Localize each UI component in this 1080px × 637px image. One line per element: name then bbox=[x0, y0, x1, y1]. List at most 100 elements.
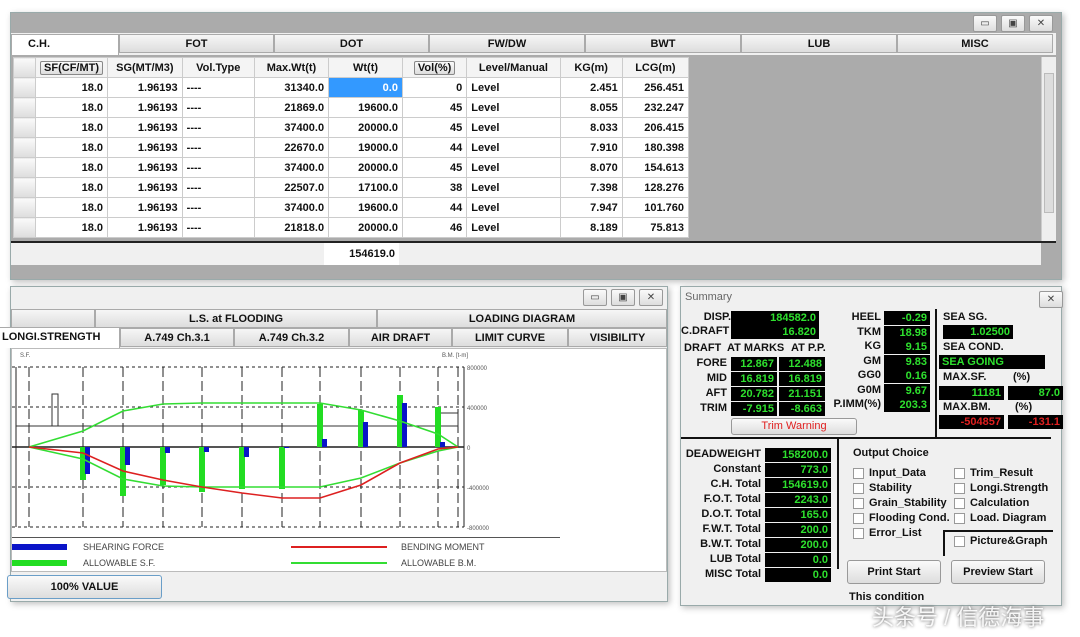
minimize-button[interactable]: ▭ bbox=[583, 289, 607, 306]
table-cell[interactable]: Level bbox=[466, 197, 561, 218]
100-value-button[interactable]: 100% VALUE bbox=[7, 575, 162, 599]
row-select-button[interactable] bbox=[12, 77, 37, 98]
table-cell[interactable]: ---- bbox=[181, 157, 255, 178]
tab-a749-31[interactable]: A.749 Ch.3.1 bbox=[120, 328, 234, 347]
table-cell[interactable]: 1.96193 bbox=[107, 177, 183, 198]
table-cell[interactable]: 0.0 bbox=[328, 77, 403, 98]
option-checkbox[interactable]: Longi.Strength bbox=[954, 482, 1048, 494]
table-cell[interactable]: 154.613 bbox=[621, 157, 690, 178]
column-header[interactable]: KG(m) bbox=[559, 57, 623, 78]
print-start-button[interactable]: Print Start bbox=[847, 560, 941, 584]
column-header[interactable]: Level/Manual bbox=[466, 57, 561, 78]
column-header[interactable]: Vol.Type bbox=[181, 57, 255, 78]
table-cell[interactable]: 1.96193 bbox=[107, 217, 183, 238]
tab-air-draft[interactable]: AIR DRAFT bbox=[349, 328, 452, 347]
table-cell[interactable]: ---- bbox=[181, 97, 255, 118]
table-cell[interactable]: 18.0 bbox=[35, 117, 109, 138]
row-select-button[interactable] bbox=[12, 117, 37, 138]
tab-visibility[interactable]: VISIBILITY bbox=[568, 328, 667, 347]
table-cell[interactable]: 1.96193 bbox=[107, 197, 183, 218]
table-cell[interactable]: ---- bbox=[181, 77, 255, 98]
table-cell[interactable]: 44 bbox=[401, 197, 468, 218]
close-button[interactable]: ✕ bbox=[1029, 15, 1053, 32]
column-header[interactable]: Vol(%) bbox=[401, 57, 468, 78]
table-cell[interactable]: 1.96193 bbox=[107, 97, 183, 118]
table-cell[interactable]: 22670.0 bbox=[253, 137, 330, 158]
column-header[interactable]: Wt(t) bbox=[328, 57, 403, 78]
tab-blank[interactable] bbox=[11, 309, 95, 328]
table-cell[interactable]: ---- bbox=[181, 117, 255, 138]
tab-limit-curve[interactable]: LIMIT CURVE bbox=[452, 328, 568, 347]
option-checkbox[interactable]: Grain_Stability bbox=[853, 497, 947, 509]
table-cell[interactable]: 8.055 bbox=[559, 97, 623, 118]
table-cell[interactable]: 31340.0 bbox=[253, 77, 330, 98]
table-cell[interactable]: 128.276 bbox=[621, 177, 690, 198]
table-cell[interactable]: 7.398 bbox=[559, 177, 623, 198]
table-cell[interactable]: 8.033 bbox=[559, 117, 623, 138]
preview-start-button[interactable]: Preview Start bbox=[951, 560, 1045, 584]
row-select-button[interactable] bbox=[12, 217, 37, 238]
table-cell[interactable]: 101.760 bbox=[621, 197, 690, 218]
table-cell[interactable]: 0 bbox=[401, 77, 468, 98]
table-cell[interactable]: 18.0 bbox=[35, 137, 109, 158]
table-cell[interactable]: 20000.0 bbox=[328, 117, 403, 138]
option-checkbox[interactable]: Trim_Result bbox=[954, 467, 1033, 479]
table-cell[interactable]: 20000.0 bbox=[328, 157, 403, 178]
row-select-button[interactable] bbox=[12, 137, 37, 158]
row-select-button[interactable] bbox=[12, 197, 37, 218]
table-cell[interactable]: 1.96193 bbox=[107, 137, 183, 158]
table-cell[interactable]: 8.189 bbox=[559, 217, 623, 238]
table-cell[interactable]: 8.070 bbox=[559, 157, 623, 178]
close-button[interactable]: ✕ bbox=[639, 289, 663, 306]
table-cell[interactable]: ---- bbox=[181, 177, 255, 198]
table-cell[interactable]: ---- bbox=[181, 217, 255, 238]
table-cell[interactable]: 17100.0 bbox=[328, 177, 403, 198]
tab-ch[interactable]: C.H. bbox=[11, 34, 119, 55]
tab-bwt[interactable]: BWT bbox=[585, 34, 741, 53]
table-cell[interactable]: Level bbox=[466, 97, 561, 118]
tab-dot[interactable]: DOT bbox=[274, 34, 429, 53]
table-cell[interactable]: 37400.0 bbox=[253, 197, 330, 218]
tab-longi-strength[interactable]: LONGI.STRENGTH bbox=[0, 327, 120, 348]
table-cell[interactable]: 21869.0 bbox=[253, 97, 330, 118]
trim-warning-button[interactable]: Trim Warning bbox=[731, 418, 857, 435]
tab-a749-32[interactable]: A.749 Ch.3.2 bbox=[234, 328, 349, 347]
table-cell[interactable]: 18.0 bbox=[35, 217, 109, 238]
row-header-button[interactable] bbox=[12, 57, 37, 78]
maximize-button[interactable]: ▣ bbox=[1001, 15, 1025, 32]
tab-fwdw[interactable]: FW/DW bbox=[429, 34, 585, 53]
table-cell[interactable]: 18.0 bbox=[35, 177, 109, 198]
table-cell[interactable]: 21818.0 bbox=[253, 217, 330, 238]
row-select-button[interactable] bbox=[12, 177, 37, 198]
table-cell[interactable]: Level bbox=[466, 177, 561, 198]
table-cell[interactable]: 232.247 bbox=[621, 97, 690, 118]
table-cell[interactable]: Level bbox=[466, 137, 561, 158]
table-cell[interactable]: 18.0 bbox=[35, 97, 109, 118]
table-cell[interactable]: 1.96193 bbox=[107, 117, 183, 138]
minimize-button[interactable]: ▭ bbox=[973, 15, 997, 32]
table-cell[interactable]: 22507.0 bbox=[253, 177, 330, 198]
maximize-button[interactable]: ▣ bbox=[611, 289, 635, 306]
option-checkbox[interactable]: Stability bbox=[853, 482, 912, 494]
table-cell[interactable]: 44 bbox=[401, 137, 468, 158]
column-header[interactable]: LCG(m) bbox=[621, 57, 690, 78]
table-cell[interactable]: 37400.0 bbox=[253, 157, 330, 178]
table-cell[interactable]: 1.96193 bbox=[107, 77, 183, 98]
tab-loading-diagram[interactable]: LOADING DIAGRAM bbox=[377, 309, 667, 328]
table-cell[interactable]: 7.947 bbox=[559, 197, 623, 218]
table-cell[interactable]: 18.0 bbox=[35, 77, 109, 98]
table-cell[interactable]: 256.451 bbox=[621, 77, 690, 98]
close-button[interactable]: ✕ bbox=[1039, 291, 1063, 308]
table-cell[interactable]: 46 bbox=[401, 217, 468, 238]
table-cell[interactable]: 38 bbox=[401, 177, 468, 198]
table-cell[interactable]: 37400.0 bbox=[253, 117, 330, 138]
table-cell[interactable]: 45 bbox=[401, 157, 468, 178]
option-checkbox[interactable]: Load. Diagram bbox=[954, 512, 1046, 524]
table-cell[interactable]: 19600.0 bbox=[328, 197, 403, 218]
table-cell[interactable]: 19600.0 bbox=[328, 97, 403, 118]
tab-misc[interactable]: MISC bbox=[897, 34, 1053, 53]
table-cell[interactable]: 45 bbox=[401, 117, 468, 138]
table-cell[interactable]: ---- bbox=[181, 197, 255, 218]
table-cell[interactable]: 2.451 bbox=[559, 77, 623, 98]
option-checkbox[interactable]: Input_Data bbox=[853, 467, 926, 479]
